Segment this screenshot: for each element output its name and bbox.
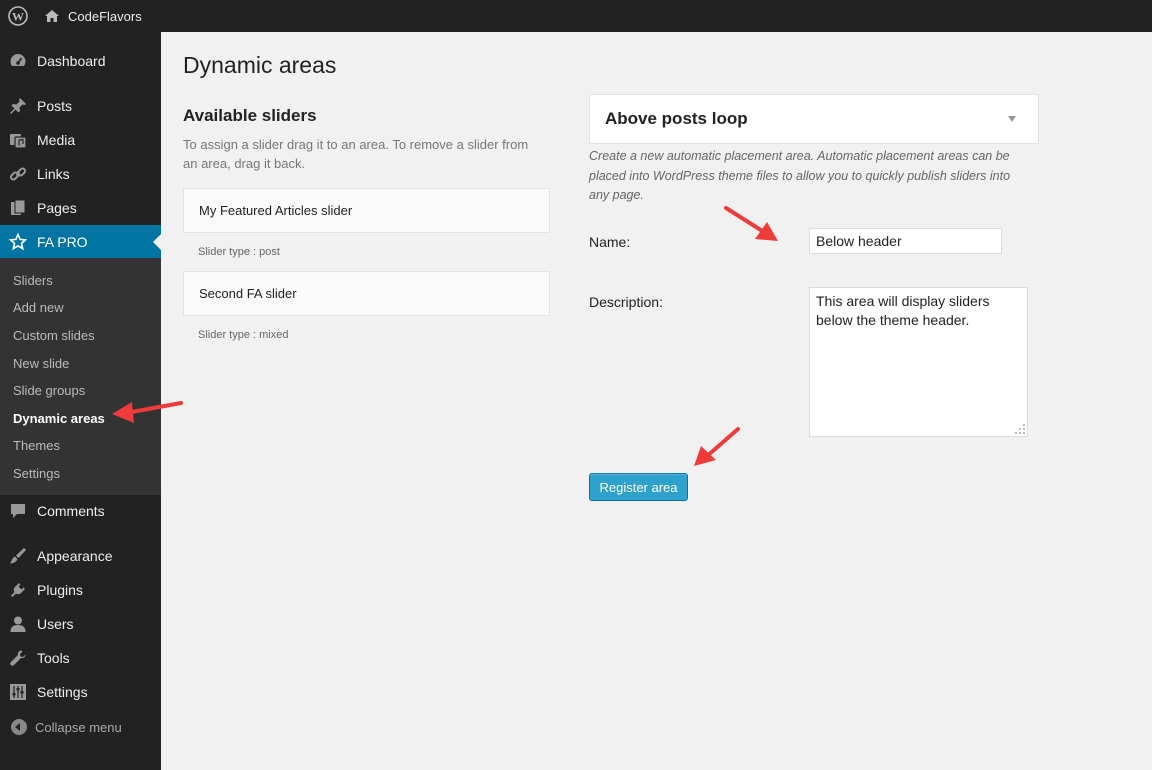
area-description-textarea[interactable]: This area will display sliders below the… — [809, 287, 1028, 437]
menu-item-posts[interactable]: Posts — [0, 89, 161, 123]
fa-pro-submenu: Sliders Add new Custom slides New slide … — [0, 258, 161, 495]
available-sliders-title: Available sliders — [183, 106, 317, 125]
annotation-arrow-icon — [724, 206, 778, 241]
slider-type-label: Slider type : post — [198, 246, 280, 258]
comment-icon — [8, 501, 28, 521]
submenu-item-slide-groups[interactable]: Slide groups — [13, 383, 85, 398]
menu-item-label: Settings — [37, 684, 88, 700]
pages-icon — [8, 198, 28, 218]
slider-type-label: Slider type : mixed — [198, 329, 289, 341]
collapse-menu-label: Collapse menu — [35, 719, 122, 735]
area-above-posts-loop[interactable]: Above posts loop — [589, 94, 1039, 144]
menu-item-links[interactable]: Links — [0, 157, 161, 191]
menu-item-appearance[interactable]: Appearance — [0, 539, 161, 573]
slider-item-my-featured-articles[interactable]: My Featured Articles slider — [183, 188, 550, 233]
menu-item-label: Posts — [37, 98, 73, 114]
menu-item-label: Comments — [37, 503, 105, 519]
media-icon — [8, 130, 28, 150]
menu-item-pages[interactable]: Pages — [0, 191, 161, 225]
submenu-item-dynamic-areas[interactable]: Dynamic areas — [13, 411, 105, 426]
menu-item-label: Users — [37, 616, 74, 632]
menu-item-plugins[interactable]: Plugins — [0, 573, 161, 607]
available-sliders-description: To assign a slider drag it to an area. T… — [183, 137, 529, 171]
menu-item-label: Plugins — [37, 582, 83, 598]
menu-item-label: Dashboard — [37, 53, 106, 69]
description-label: Description: — [589, 294, 663, 310]
menu-item-label: Tools — [37, 650, 70, 666]
register-area-button[interactable]: Register area — [589, 473, 688, 501]
submenu-item-themes[interactable]: Themes — [13, 438, 60, 453]
submenu-item-settings[interactable]: Settings — [13, 466, 60, 481]
settings-icon — [8, 682, 28, 702]
submenu-item-new-slide[interactable]: New slide — [13, 356, 69, 371]
brush-icon — [8, 546, 28, 566]
menu-item-fa-pro[interactable]: FA PRO — [0, 225, 161, 259]
plugin-icon — [8, 580, 28, 600]
name-label: Name: — [589, 234, 631, 250]
admin-bar: W CodeFlavors — [0, 0, 1152, 32]
menu-item-settings[interactable]: Settings — [0, 675, 161, 709]
link-icon — [8, 164, 28, 184]
wordpress-logo-icon[interactable]: W — [0, 0, 36, 32]
menu-item-dashboard[interactable]: Dashboard — [0, 44, 161, 78]
area-description: Create a new automatic placement area. A… — [589, 149, 1011, 202]
area-name-input[interactable] — [809, 228, 1002, 254]
menu-item-label: Links — [37, 166, 70, 182]
menu-item-label: FA PRO — [37, 234, 88, 250]
collapse-menu-button[interactable]: Collapse menu — [0, 712, 161, 742]
star-icon — [8, 232, 28, 252]
site-name-label: CodeFlavors — [68, 8, 142, 24]
submenu-item-add-new[interactable]: Add new — [13, 300, 64, 315]
dashboard-icon — [8, 51, 28, 71]
annotation-arrow-icon — [112, 401, 183, 423]
area-title: Above posts loop — [605, 109, 748, 128]
menu-item-media[interactable]: Media — [0, 123, 161, 157]
svg-text:W: W — [12, 10, 24, 24]
user-icon — [8, 614, 28, 634]
menu-item-label: Pages — [37, 200, 77, 216]
menu-item-comments[interactable]: Comments — [0, 494, 161, 528]
collapse-arrow-icon — [11, 719, 27, 735]
home-icon — [45, 10, 59, 22]
pin-icon — [8, 96, 28, 116]
slider-name: My Featured Articles slider — [199, 203, 353, 218]
menu-item-label: Appearance — [37, 548, 113, 564]
menu-item-tools[interactable]: Tools — [0, 641, 161, 675]
slider-name: Second FA slider — [199, 286, 297, 301]
menu-item-users[interactable]: Users — [0, 607, 161, 641]
slider-item-second-fa[interactable]: Second FA slider — [183, 271, 550, 316]
menu-item-label: Media — [37, 132, 76, 148]
submenu-item-sliders[interactable]: Sliders — [13, 273, 53, 288]
page-title: Dynamic areas — [183, 52, 337, 78]
chevron-down-icon[interactable] — [1008, 116, 1016, 122]
wrench-icon — [8, 648, 28, 668]
submenu-item-custom-slides[interactable]: Custom slides — [13, 328, 95, 343]
site-name-link[interactable]: CodeFlavors — [36, 0, 150, 32]
resize-grip-icon[interactable] — [1014, 423, 1026, 435]
annotation-arrow-icon — [694, 427, 740, 466]
